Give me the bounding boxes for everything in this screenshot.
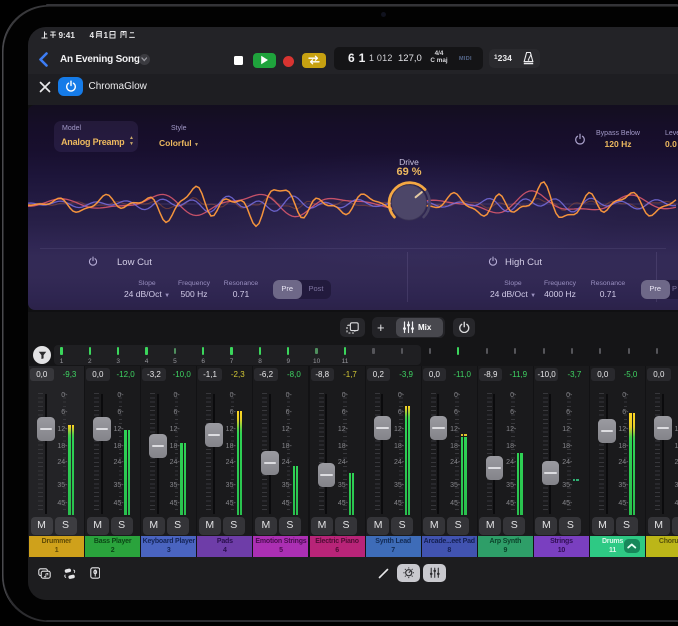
svg-text:9:41: 9:41 — [59, 31, 76, 40]
svg-text:4: 4 — [90, 31, 95, 40]
svg-text:1: 1 — [104, 31, 109, 40]
